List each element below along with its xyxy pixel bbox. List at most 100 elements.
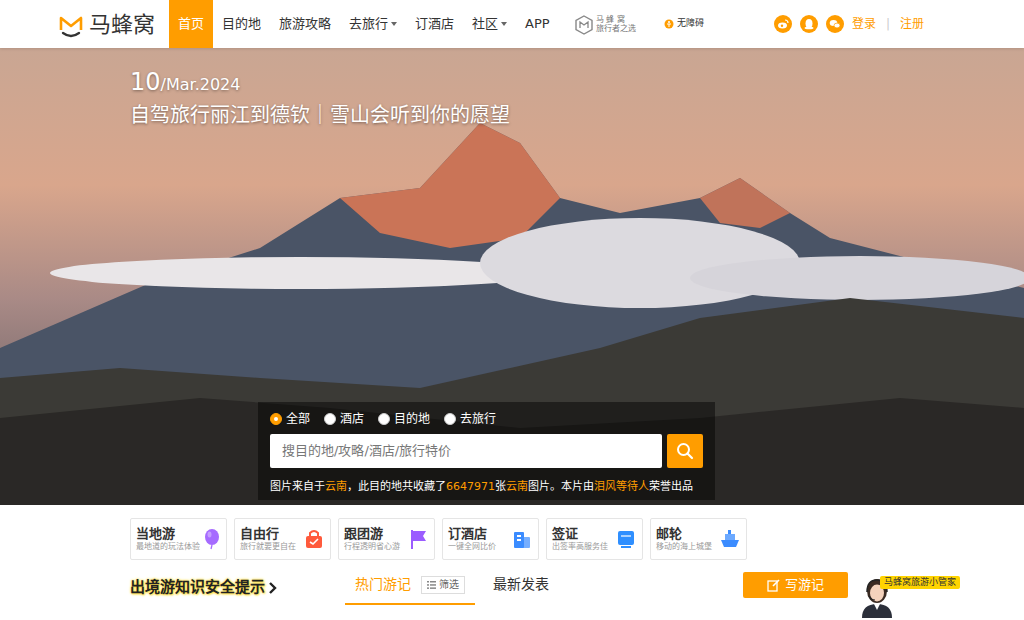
top-navbar: 马蜂窝首页目的地旅游攻略去旅行 订酒店社区 APP 马 蜂 窝旅行者之选 无障碍 登录|注… [0,0,1024,48]
brand-badge: 马 蜂 窝旅行者之选 [575,0,636,48]
notes-tab[interactable]: 最新发表 [483,572,559,605]
nav-item[interactable]: 目的地 [213,0,270,48]
weibo-icon [774,15,792,33]
search-type-radio[interactable]: 目的地 [378,410,430,428]
nav-item-label: 去旅行 [349,14,388,34]
hero-day: 10 [130,68,161,96]
nav-item[interactable]: 社区 [463,0,516,48]
register-link[interactable]: 注册 [900,15,924,33]
service-desc: 最地道的玩法体验 [136,542,200,552]
caption-text: 图片。本片由 [528,480,594,493]
pencil-icon [767,575,780,595]
service-card[interactable]: 跟团游行程透明省心游 [338,518,435,560]
wechat-icon [826,15,844,33]
nav-item[interactable]: APP [516,0,559,48]
assistant-widget[interactable]: 马蜂窝旅游小管家 [858,574,896,618]
user-area: 登录|注册 [774,0,924,48]
assistant-badge: 马蜂窝旅游小管家 [880,576,960,589]
service-card[interactable]: 订酒店一键全网比价 [442,518,539,560]
service-desc: 旅行就要更自在 [240,542,296,552]
nav-item-label: 目的地 [222,14,261,34]
radio-dot [444,413,456,425]
radio-dot [270,413,282,425]
service-card[interactable]: 签证出签率高服务佳 [546,518,643,560]
search-type-radio[interactable]: 酒店 [324,410,364,428]
hero-date: 10/Mar.2024 [130,70,1024,94]
tab-label: 热门游记 [355,574,411,595]
accessibility-icon [664,17,674,31]
nav-item-label: 订酒店 [415,14,454,34]
login-link[interactable]: 登录 [852,15,876,33]
radio-label: 目的地 [394,410,430,428]
search-input[interactable] [270,434,662,468]
brand-name: 马 蜂 窝 [596,15,636,24]
qq-icon [800,15,818,33]
notes-tab[interactable]: 热门游记 筛选 [345,572,475,605]
nav-item[interactable]: 订酒店 [406,0,463,48]
hexagon-logo-icon [575,12,593,36]
service-text: 邮轮移动的海上城堡 [656,526,712,553]
radio-label: 去旅行 [460,410,496,428]
search-button[interactable] [667,434,703,468]
service-text: 当地游最地道的玩法体验 [136,526,200,553]
safety-notice[interactable]: 出境游知识安全提示 [130,576,345,599]
logo-icon [58,8,84,41]
caption-text: ，此目的地共收藏了 [347,480,446,493]
service-text: 签证出签率高服务佳 [552,526,608,553]
search-type-radio[interactable]: 全部 [270,410,310,428]
hero-content: 10/Mar.2024 自驾旅行丽江到德钦｜雪山会听到你的愿望全部 酒店 目的地 去旅行… [130,70,1024,505]
caption-link[interactable]: 云南 [506,480,528,493]
service-card[interactable]: 邮轮移动的海上城堡 [650,518,747,560]
brand-subtitle: 旅行者之选 [596,24,636,33]
service-title: 跟团游 [344,526,400,542]
balloon-icon [200,528,222,550]
service-title: 当地游 [136,526,200,542]
dropdown-caret-icon [391,22,397,26]
search-icon [676,439,694,463]
service-title: 自由行 [240,526,296,542]
nav-item[interactable]: 去旅行 [340,0,406,48]
service-card[interactable]: 当地游最地道的玩法体验 [130,518,227,560]
hero-month-year: /Mar.2024 [161,75,241,94]
filter-label: 筛选 [439,577,459,593]
caption-link[interactable]: 泪风等待人 [594,480,649,493]
tab-label: 最新发表 [493,574,549,595]
photo-caption: 图片来自于云南，此目的地共收藏了6647971张云南图片。本片由泪风等待人荣誉出… [270,480,703,494]
search-panel: 全部 酒店 目的地 去旅行图片来自于云南，此目的地共收藏了6647971张云南图片。本… [258,402,715,500]
nav-item[interactable]: 首页 [169,0,213,48]
service-desc: 一键全网比价 [448,542,496,552]
filter-button[interactable]: 筛选 [421,576,465,594]
visa-icon [615,528,637,550]
search-type-radio[interactable]: 去旅行 [444,410,496,428]
caption-link[interactable]: 6647971 [446,480,495,493]
radio-dot [378,413,390,425]
hero-title[interactable]: 自驾旅行丽江到德钦｜雪山会听到你的愿望 [130,100,1024,130]
dropdown-caret-icon [501,22,507,26]
brand-text: 马 蜂 窝旅行者之选 [596,15,636,33]
radio-label: 酒店 [340,410,364,428]
write-note-button[interactable]: 写游记 [743,572,848,598]
notice-text: 出境游知识安全提示 [130,576,265,599]
search-type-group: 全部 酒店 目的地 去旅行 [270,410,703,428]
hero-banner: 10/Mar.2024 自驾旅行丽江到德钦｜雪山会听到你的愿望全部 酒店 目的地 去旅行… [0,48,1024,505]
service-desc: 行程透明省心游 [344,542,400,552]
nav-item-label: 旅游攻略 [279,14,331,34]
service-card[interactable]: 自由行旅行就要更自在 [234,518,331,560]
service-desc: 移动的海上城堡 [656,542,712,552]
nav-item-label: 社区 [472,14,498,34]
nav-item[interactable]: 旅游攻略 [270,0,340,48]
search-row [270,434,703,468]
radio-dot [324,413,336,425]
service-text: 订酒店一键全网比价 [448,526,496,553]
service-desc: 出签率高服务佳 [552,542,608,552]
service-strip: 当地游最地道的玩法体验自由行旅行就要更自在跟团游行程透明省心游订酒店一键全网比价… [0,505,1024,560]
site-logo[interactable]: 马蜂窝 [58,0,155,48]
write-label: 写游记 [785,575,824,595]
service-title: 邮轮 [656,526,712,542]
accessibility-link[interactable]: 无障碍 [664,0,704,48]
bag-icon [303,528,325,550]
chevron-right-icon [268,576,278,599]
service-title: 订酒店 [448,526,496,542]
caption-link[interactable]: 云南 [325,480,347,493]
caption-text: 荣誉出品 [649,480,693,493]
